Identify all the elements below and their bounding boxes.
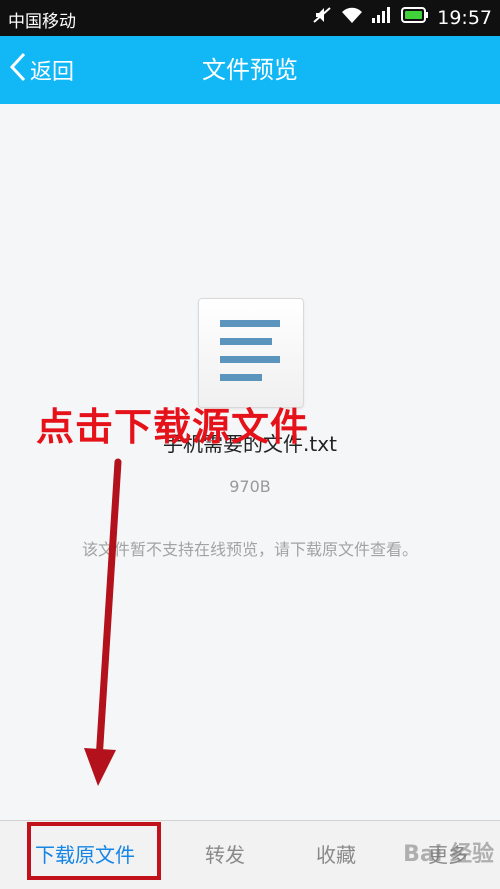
preview-unsupported-notice: 该文件暂不支持在线预览，请下载原文件查看。 [81, 540, 418, 559]
clock: 19:57 [437, 6, 492, 29]
status-icons: 19:57 [311, 5, 492, 30]
status-bar: 中国移动 19:57 [0, 0, 500, 36]
chevron-left-icon [8, 51, 30, 89]
back-button[interactable]: 返回 [8, 36, 74, 104]
signal-icon [371, 6, 393, 29]
more-button[interactable]: 更多 [408, 821, 488, 889]
wifi-icon [341, 6, 363, 29]
annotation-label: 点击下载源文件 [36, 405, 310, 449]
file-size: 970B [229, 477, 271, 496]
download-original-button[interactable]: 下载原文件 [18, 821, 152, 889]
battery-icon [401, 7, 429, 28]
carrier-name: 中国移动 [8, 12, 76, 32]
navigation-bar: 返回 文件预览 [0, 36, 500, 104]
bottom-toolbar: 下载原文件 转发 收藏 更多 [0, 820, 500, 889]
page-title: 文件预览 [202, 56, 298, 84]
mute-icon [311, 5, 333, 30]
preview-area [0, 104, 500, 820]
forward-button[interactable]: 转发 [185, 821, 265, 889]
text-file-icon [198, 298, 304, 408]
favorite-button[interactable]: 收藏 [296, 821, 376, 889]
back-label: 返回 [30, 60, 75, 85]
